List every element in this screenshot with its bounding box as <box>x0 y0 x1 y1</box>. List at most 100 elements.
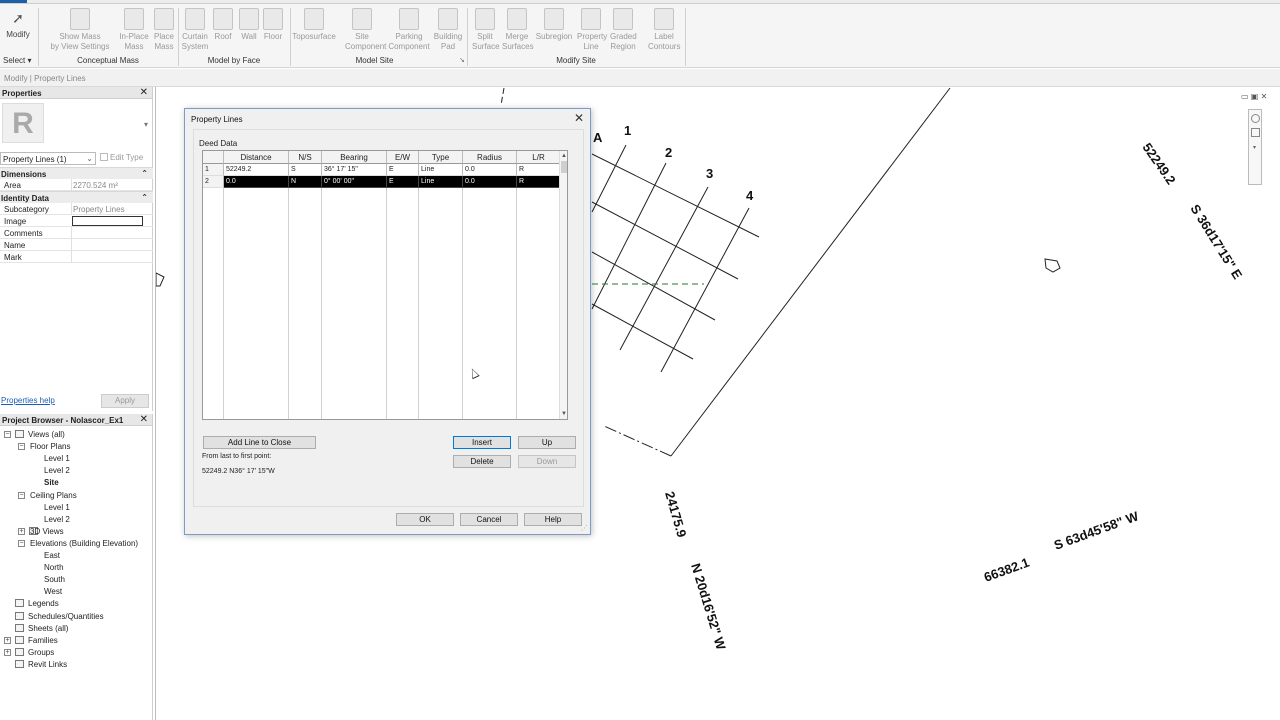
browser-node[interactable]: West <box>44 587 62 596</box>
apply-button[interactable]: Apply <box>101 394 149 408</box>
label-contours-button[interactable]: Label Contours <box>648 6 680 52</box>
table-cell-lr[interactable]: R <box>517 164 561 176</box>
table-cell-radius[interactable]: 0.0 <box>463 176 517 188</box>
group-identity-data[interactable]: Identity Data ⌃ <box>0 191 153 203</box>
table-cell-bearing[interactable]: 0° 00' 00" <box>322 176 387 188</box>
building-pad-button[interactable]: Building Pad <box>432 6 464 52</box>
table-cell-ns[interactable]: N <box>289 176 322 188</box>
add-line-to-close-button[interactable]: Add Line to Close <box>203 436 316 449</box>
browser-node[interactable]: South <box>44 575 65 584</box>
grid-lines[interactable] <box>591 144 760 373</box>
property-row-mark[interactable]: Mark <box>0 251 153 263</box>
property-row-area[interactable]: Area 2270.524 m² <box>0 179 153 191</box>
browser-node[interactable]: Level 1 <box>44 503 70 512</box>
table-cell-bearing[interactable]: 36° 17' 15" <box>322 164 387 176</box>
browser-node[interactable]: Sheets (all) <box>28 624 68 633</box>
distance-annotation[interactable]: 24175.9 <box>662 490 689 539</box>
browser-node[interactable]: Revit Links <box>28 660 67 669</box>
scroll-up-icon[interactable]: ▲ <box>561 153 567 159</box>
property-line[interactable] <box>670 87 951 457</box>
browser-node[interactable]: Legends <box>28 599 59 608</box>
property-line[interactable] <box>603 425 672 457</box>
browser-node[interactable]: Groups <box>28 648 54 657</box>
row-header-corner[interactable] <box>203 151 224 164</box>
column-header[interactable]: L/R <box>517 151 561 164</box>
browser-node[interactable]: 3D Views <box>30 527 64 536</box>
vertical-scrollbar[interactable]: ▲ ▼ <box>559 151 567 419</box>
table-cell-ew[interactable]: E <box>387 164 419 176</box>
place-mass-button[interactable]: Place Mass <box>152 6 176 52</box>
browser-node[interactable]: Views (all) <box>28 430 65 439</box>
grid-label-4[interactable]: 4 <box>746 188 754 203</box>
wall-button[interactable]: Wall <box>238 6 260 42</box>
browser-node[interactable]: East <box>44 551 60 560</box>
property-line[interactable] <box>500 87 505 106</box>
property-line-button[interactable]: Property Line <box>577 6 607 52</box>
instance-filter-select[interactable]: Property Lines (1) ⌄ <box>0 152 96 165</box>
column-header[interactable]: Radius <box>463 151 517 164</box>
survey-point-icon[interactable] <box>1044 258 1061 273</box>
distance-annotation[interactable]: 52249.2 <box>1140 140 1179 187</box>
toposurface-button[interactable]: Toposurface <box>292 6 336 42</box>
dialog-launcher-icon[interactable]: ↘ <box>459 56 465 64</box>
help-button[interactable]: Help <box>524 513 582 526</box>
close-icon[interactable]: ✕ <box>574 111 584 125</box>
ok-button[interactable]: OK <box>396 513 454 526</box>
browser-node[interactable]: Ceiling Plans <box>30 491 77 500</box>
bearing-annotation[interactable]: S 36d17'15" E <box>1187 202 1245 282</box>
column-header[interactable]: E/W <box>387 151 419 164</box>
deed-data-table[interactable]: Distance N/S Bearing E/W Type Radius L/R 1 52249… <box>202 150 568 420</box>
row-number[interactable]: 1 <box>203 164 224 176</box>
type-thumbnail[interactable]: R <box>2 103 44 143</box>
bearing-annotation[interactable]: N 20d16'52" W <box>688 561 729 652</box>
expand-icon[interactable]: + <box>4 636 11 644</box>
browser-node[interactable]: Level 2 <box>44 466 70 475</box>
row-number[interactable]: 2 <box>203 176 224 188</box>
graded-region-button[interactable]: Graded Region <box>610 6 637 52</box>
split-surface-button[interactable]: Split Surface <box>472 6 500 52</box>
expand-icon[interactable]: + <box>4 648 11 656</box>
table-cell-type[interactable]: Line <box>419 164 463 176</box>
steering-wheel-icon[interactable] <box>1251 114 1260 123</box>
browser-node[interactable]: Floor Plans <box>30 442 70 451</box>
column-header[interactable]: N/S <box>289 151 322 164</box>
down-button[interactable]: Down <box>518 455 576 468</box>
table-cell-distance[interactable]: 52249.2 <box>224 164 289 176</box>
property-row-comments[interactable]: Comments <box>0 227 153 239</box>
close-icon[interactable]: ✕ <box>140 414 148 425</box>
collapse-icon[interactable]: − <box>4 431 11 438</box>
property-row-image[interactable]: Image <box>0 215 153 227</box>
grid-label-a[interactable]: A <box>593 130 603 145</box>
bearing-annotation[interactable]: S 63d45'58" W <box>1052 508 1141 553</box>
collapse-icon[interactable]: − <box>18 443 25 451</box>
floor-button[interactable]: Floor <box>262 6 284 42</box>
image-value-field[interactable] <box>72 216 143 226</box>
navigation-bar[interactable]: ▾ <box>1248 109 1262 185</box>
chevron-down-icon[interactable]: ▾ <box>1253 144 1256 151</box>
zoom-icon[interactable] <box>1251 128 1260 137</box>
roof-button[interactable]: Roof <box>212 6 234 42</box>
collapse-icon[interactable]: − <box>18 539 25 547</box>
grid-label-3[interactable]: 3 <box>706 166 713 181</box>
grid-label-2[interactable]: 2 <box>665 145 672 160</box>
table-cell-ew[interactable]: E <box>387 176 419 188</box>
table-cell-radius[interactable]: 0.0 <box>463 164 517 176</box>
delete-button[interactable]: Delete <box>453 455 511 468</box>
column-header[interactable]: Distance <box>224 151 289 164</box>
select-dropdown[interactable]: Select ▾ <box>3 56 31 65</box>
table-cell-type[interactable]: Line <box>419 176 463 188</box>
distance-annotation[interactable]: 66382.1 <box>982 555 1031 585</box>
table-cell-ns[interactable]: S <box>289 164 322 176</box>
properties-help-link[interactable]: Properties help <box>1 396 55 405</box>
group-dimensions[interactable]: Dimensions ⌃ <box>0 167 153 179</box>
mass-visibility-button[interactable]: Show Mass by View Settings <box>50 6 110 52</box>
collapse-icon[interactable]: − <box>18 491 25 499</box>
in-place-mass-button[interactable]: In-Place Mass <box>119 6 149 52</box>
column-header[interactable]: Type <box>419 151 463 164</box>
browser-node[interactable]: North <box>44 563 64 572</box>
browser-node[interactable]: Level 1 <box>44 454 70 463</box>
property-row-subcategory[interactable]: Subcategory Property Lines <box>0 203 153 215</box>
table-cell-distance[interactable]: 0.0 <box>224 176 289 188</box>
browser-node[interactable]: Elevations (Building Elevation) <box>30 539 138 548</box>
expand-icon[interactable]: + <box>18 527 25 535</box>
